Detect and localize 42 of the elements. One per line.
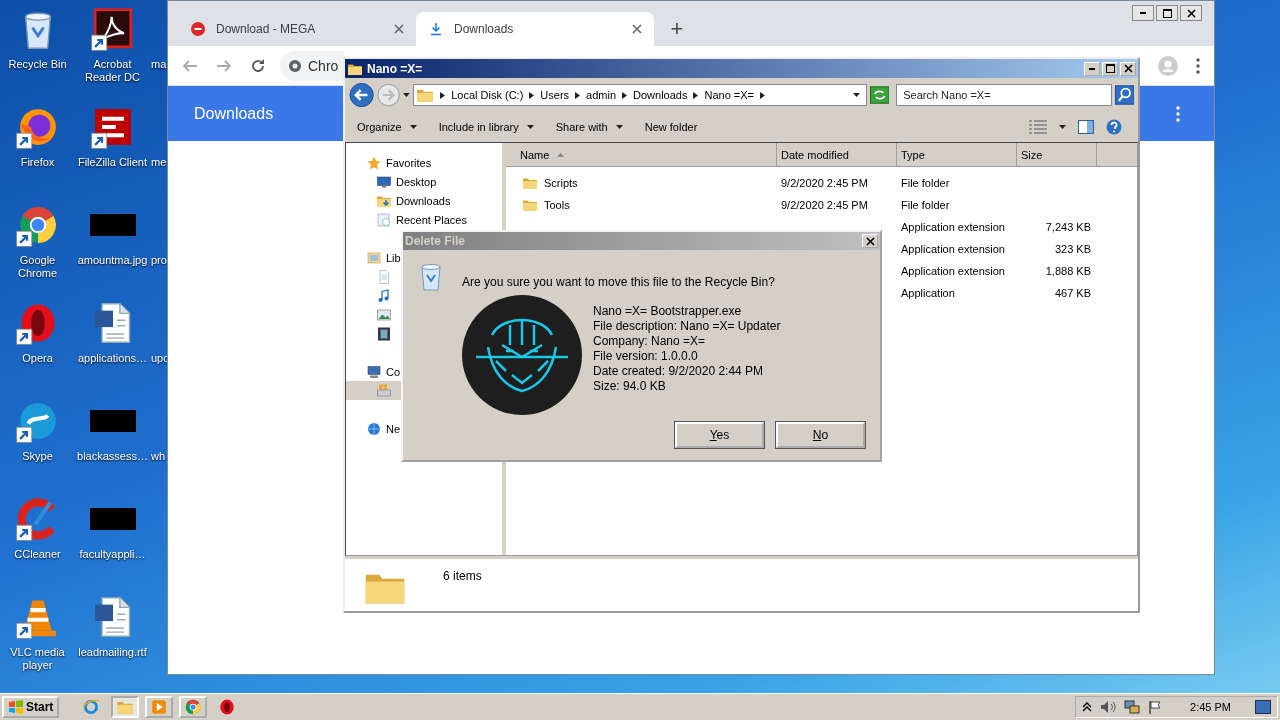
file-type: Application extension [901,243,1005,255]
icon-label: Acrobat Reader DC [84,58,141,84]
date-modified: 9/2/2020 2:45 PM [781,199,868,211]
icon-label: facultyappli… [78,548,147,561]
window-title: Nano =X= [367,61,423,76]
file-detail: Company: Nano =X= [593,334,707,349]
icon-label: amountma.jpg [76,254,149,267]
icon-label: FileZilla Client [76,156,149,169]
dialog-message: Are you sure you want to move this file to the Recycle Bin? [462,274,776,289]
file-detail: Date created: 9/2/2020 2:44 PM [593,364,765,379]
icon-label: Skype [21,450,54,463]
file-detail: Size: 94.0 KB [593,379,667,394]
icon-label: me [151,156,167,169]
file-type: Application [901,287,955,299]
file-type: File folder [901,199,950,211]
file-size: 1,888 KB [1045,265,1091,277]
icon-label: blackassess… [76,450,149,463]
file-size: 323 KB [1054,243,1091,255]
file-type: Application extension [901,265,1005,277]
icon-label: Recycle Bin [7,58,68,71]
file-size: 467 KB [1054,287,1091,299]
icon-label: ma [151,58,167,71]
file-type: File folder [901,177,950,189]
icon-label: applications… [76,352,149,365]
file-size: 7,243 KB [1045,221,1091,233]
date-modified: 9/2/2020 2:45 PM [781,177,868,189]
item-count: 6 items [443,569,482,583]
icon-label: Opera [21,352,54,365]
icon-label: VLC media player [9,646,66,672]
clock: 2:45 PM [1190,701,1231,713]
icon-label: CCleaner [13,548,62,561]
icon-label: leadmailing.rtf [77,646,148,659]
icon-label: Google Chrome [16,254,59,280]
file-detail: Nano =X= Bootstrapper.exe [593,304,743,319]
icon-label: Firefox [19,156,56,169]
file-type: Application extension [901,221,1005,233]
file-detail: File description: Nano =X= Updater [593,319,781,334]
page-title: Downloads [194,104,274,123]
dialog-title: Delete File [405,234,466,248]
icon-label: pro [151,254,167,267]
icon-label: wh [151,450,166,463]
file-detail: File version: 1.0.0.0 [593,349,699,364]
